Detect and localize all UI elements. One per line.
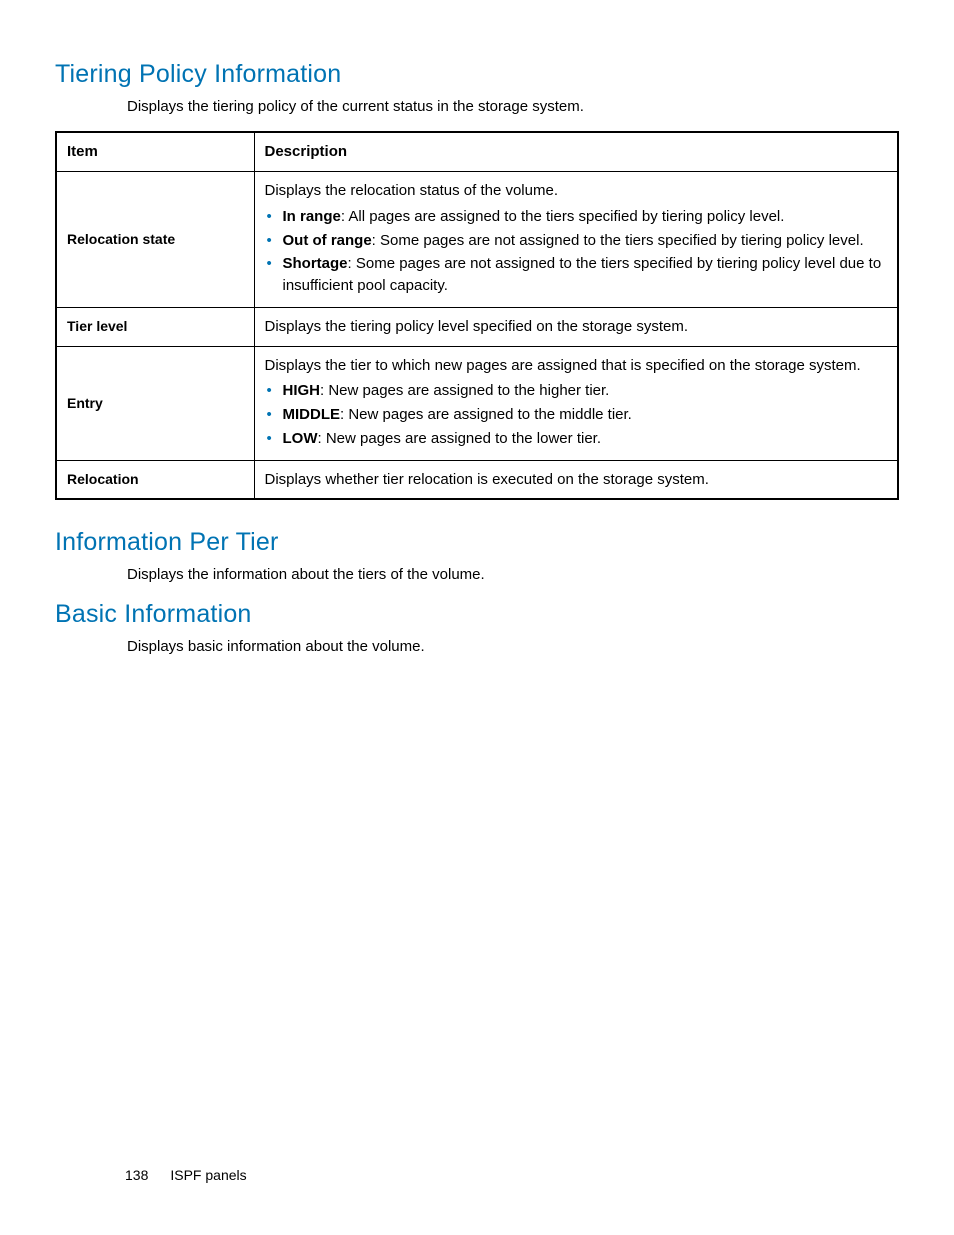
desc-lead: Displays the tier to which new pages are…	[265, 357, 861, 374]
tiering-policy-table: Item Description Relocation state Displa…	[55, 131, 899, 500]
heading-basic-information: Basic Information	[55, 600, 899, 629]
list-item: Shortage: Some pages are not assigned to…	[265, 253, 888, 297]
table-row: Tier level Displays the tiering policy l…	[56, 307, 898, 346]
page-number: 138	[125, 1167, 148, 1183]
intro-information-per-tier: Displays the information about the tiers…	[127, 565, 899, 585]
cell-item-tier-level: Tier level	[56, 307, 254, 346]
desc-bullet-list: In range: All pages are assigned to the …	[265, 206, 888, 297]
list-item: In range: All pages are assigned to the …	[265, 206, 888, 228]
bullet-text: : All pages are assigned to the tiers sp…	[341, 208, 785, 225]
page-footer: 138 ISPF panels	[125, 1167, 247, 1183]
list-item: LOW: New pages are assigned to the lower…	[265, 428, 888, 450]
chapter-title: ISPF panels	[170, 1167, 246, 1183]
cell-desc-tier-level: Displays the tiering policy level specif…	[254, 307, 898, 346]
col-header-description: Description	[254, 132, 898, 171]
table-header-row: Item Description	[56, 132, 898, 171]
cell-desc-relocation: Displays whether tier relocation is exec…	[254, 460, 898, 499]
bullet-label: In range	[283, 208, 341, 225]
intro-basic-information: Displays basic information about the vol…	[127, 637, 899, 657]
col-header-item: Item	[56, 132, 254, 171]
bullet-text: : New pages are assigned to the lower ti…	[318, 430, 602, 447]
list-item: MIDDLE: New pages are assigned to the mi…	[265, 404, 888, 426]
desc-lead: Displays the relocation status of the vo…	[265, 182, 558, 199]
bullet-label: Out of range	[283, 232, 372, 249]
bullet-label: Shortage	[283, 255, 348, 272]
bullet-label: HIGH	[283, 382, 321, 399]
cell-desc-entry: Displays the tier to which new pages are…	[254, 346, 898, 460]
cell-desc-relocation-state: Displays the relocation status of the vo…	[254, 172, 898, 308]
list-item: HIGH: New pages are assigned to the high…	[265, 380, 888, 402]
bullet-label: MIDDLE	[283, 406, 341, 423]
bullet-text: : New pages are assigned to the middle t…	[340, 406, 632, 423]
bullet-text: : New pages are assigned to the higher t…	[320, 382, 609, 399]
page-root: Tiering Policy Information Displays the …	[0, 0, 954, 1235]
table-row: Relocation state Displays the relocation…	[56, 172, 898, 308]
intro-tiering-policy: Displays the tiering policy of the curre…	[127, 97, 899, 117]
bullet-text: : Some pages are not assigned to the tie…	[372, 232, 864, 249]
table-row: Relocation Displays whether tier relocat…	[56, 460, 898, 499]
table-row: Entry Displays the tier to which new pag…	[56, 346, 898, 460]
heading-tiering-policy: Tiering Policy Information	[55, 60, 899, 89]
desc-bullet-list: HIGH: New pages are assigned to the high…	[265, 380, 888, 449]
cell-item-entry: Entry	[56, 346, 254, 460]
cell-item-relocation-state: Relocation state	[56, 172, 254, 308]
cell-item-relocation: Relocation	[56, 460, 254, 499]
heading-information-per-tier: Information Per Tier	[55, 528, 899, 557]
list-item: Out of range: Some pages are not assigne…	[265, 230, 888, 252]
bullet-label: LOW	[283, 430, 318, 447]
bullet-text: : Some pages are not assigned to the tie…	[283, 255, 882, 294]
